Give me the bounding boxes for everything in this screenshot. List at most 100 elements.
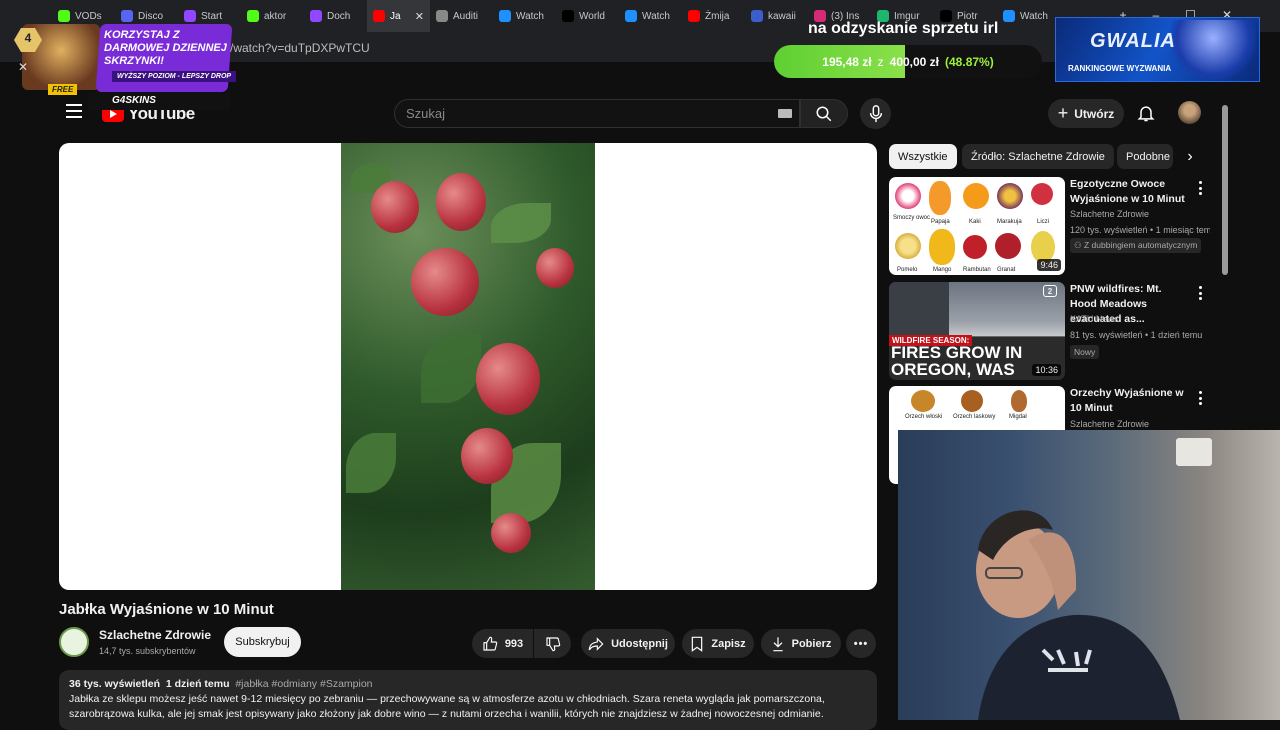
create-button[interactable]: + Utwórz bbox=[1048, 99, 1124, 128]
more-options-icon[interactable] bbox=[1196, 286, 1204, 300]
dislike-button[interactable] bbox=[534, 629, 571, 658]
share-button[interactable]: Udostępnij bbox=[581, 629, 675, 658]
chip-source-channel[interactable]: Źródło: Szlachetne Zdrowie bbox=[962, 144, 1114, 169]
download-button[interactable]: Pobierz bbox=[761, 629, 841, 658]
recommendation-meta: 120 tys. wyświetleń • 1 miesiąc temu bbox=[1070, 225, 1210, 235]
close-tab-icon[interactable]: ✕ bbox=[415, 10, 424, 23]
goal-target: 400,00 zł bbox=[889, 54, 940, 69]
browser-tab[interactable]: kawaii bbox=[745, 0, 808, 32]
channel-avatar[interactable] bbox=[59, 627, 89, 657]
browser-tab-label: Disco bbox=[138, 10, 164, 22]
fruit-label: Smoczy owoc bbox=[893, 215, 931, 221]
recommendation-channel[interactable]: Szlachetne Zdrowie bbox=[1070, 209, 1149, 219]
globe-icon bbox=[436, 10, 448, 22]
scrollbar-thumb[interactable] bbox=[1222, 105, 1228, 275]
twitch-icon bbox=[310, 10, 322, 22]
account-avatar[interactable] bbox=[1178, 101, 1201, 124]
brand-logo-text: G4SKINS bbox=[112, 95, 156, 106]
youtube-icon bbox=[373, 10, 385, 22]
browser-tab[interactable]: Ja ✕ bbox=[367, 0, 430, 32]
browser-tab[interactable]: Auditi bbox=[430, 0, 493, 32]
dubbing-badge-text: Z dubbingiem automatycznym bbox=[1083, 240, 1198, 250]
channel-name[interactable]: Szlachetne Zdrowie bbox=[99, 628, 211, 642]
dubbing-badge: ⚇ Z dubbingiem automatycznym bbox=[1070, 238, 1202, 253]
brand-strip bbox=[88, 92, 230, 110]
promo-tagline: WYŻSZY POZIOM - LEPSZY DROP bbox=[112, 71, 237, 82]
browser-tab[interactable]: Watch bbox=[493, 0, 556, 32]
more-options-icon[interactable] bbox=[1196, 391, 1204, 405]
browser-tab-label: Auditi bbox=[453, 10, 479, 22]
goal-current: 195,48 zł bbox=[822, 54, 872, 69]
fruit-label: Granat bbox=[997, 267, 1016, 273]
plus-icon: + bbox=[1057, 103, 1069, 123]
recommendation-channel[interactable]: KATU News bbox=[1070, 314, 1118, 324]
recommendation-title[interactable]: Orzechy Wyjaśnione w 10 Minut bbox=[1070, 386, 1190, 416]
sponsor-character-image bbox=[1170, 20, 1256, 80]
fruit-label: Liczi bbox=[1037, 219, 1050, 225]
voice-search-button[interactable] bbox=[860, 98, 891, 129]
like-button[interactable]: 993 bbox=[472, 629, 533, 658]
channel-logo: 2 bbox=[1043, 285, 1057, 297]
subscribe-button[interactable]: Subskrybuj bbox=[224, 627, 301, 657]
save-button[interactable]: Zapisz bbox=[682, 629, 754, 658]
browser-tab[interactable]: Doch bbox=[304, 0, 367, 32]
browser-tab-label: aktor bbox=[264, 10, 287, 22]
browser-tab[interactable]: Watch bbox=[997, 0, 1060, 32]
browser-tab-label: VODs bbox=[75, 10, 102, 22]
search-input[interactable]: Szukaj bbox=[394, 99, 800, 128]
share-label: Udostępnij bbox=[611, 637, 668, 650]
fruit-label: Kaki bbox=[969, 219, 981, 225]
download-icon bbox=[772, 636, 783, 651]
recommendation-thumbnail[interactable]: 2 WILDFIRE SEASON: FIRES GROW IN OREGON,… bbox=[889, 282, 1065, 380]
goal-percent: (48.87%) bbox=[945, 54, 994, 69]
chevron-right-icon[interactable]: › bbox=[1180, 144, 1200, 169]
streamer-image bbox=[976, 510, 1180, 720]
more-options-icon[interactable] bbox=[1196, 181, 1204, 195]
recommendation-thumbnail[interactable]: Smoczy owoc Papaja Kaki Marakuja Liczi P… bbox=[889, 177, 1065, 275]
promo-headline: KORZYSTAJ Z DARMOWEJ DZIENNEJ SKRZYNKI! bbox=[104, 29, 227, 67]
thumbs-down-icon bbox=[545, 636, 560, 651]
description-text: Jabłka ze sklepu możesz jeść nawet 9-12 … bbox=[69, 693, 825, 720]
hashtags[interactable]: #jabłka #odmiany #Szampion bbox=[235, 678, 372, 690]
nut-label: Migdał bbox=[1009, 414, 1027, 420]
recommendation-title[interactable]: Egzotyczne Owoce Wyjaśnione w 10 Minut bbox=[1070, 177, 1190, 207]
browser-tab-label: Watch bbox=[1020, 10, 1048, 22]
browser-tab-label: kawaii bbox=[768, 10, 796, 22]
streamelements-icon bbox=[1003, 10, 1015, 22]
thumbs-up-icon bbox=[483, 636, 498, 651]
notifications-bell-icon[interactable] bbox=[1136, 103, 1156, 123]
chip-related[interactable]: Podobne bbox=[1117, 144, 1173, 169]
bookmark-icon bbox=[692, 636, 703, 652]
new-badge: Nowy bbox=[1070, 345, 1100, 359]
video-frame-apples[interactable] bbox=[341, 143, 595, 590]
firefighter-image bbox=[889, 282, 949, 337]
fruit-label: Papaja bbox=[931, 219, 950, 225]
discord-icon bbox=[121, 10, 133, 22]
browser-tab-label: World bbox=[579, 10, 605, 22]
keyboard-icon[interactable] bbox=[778, 109, 792, 118]
save-label: Zapisz bbox=[711, 637, 746, 650]
close-icon[interactable]: ✕ bbox=[18, 60, 28, 74]
browser-tab-label: Watch bbox=[516, 10, 544, 22]
fruit-label: Mango bbox=[933, 267, 952, 273]
fruit-label: Pomelo bbox=[897, 267, 918, 273]
video-description[interactable]: 36 tys. wyświetleń 1 dzień temu #jabłka … bbox=[59, 670, 877, 730]
site-icon bbox=[751, 10, 763, 22]
download-label: Pobierz bbox=[791, 637, 832, 650]
view-count: 36 tys. wyświetleń bbox=[69, 678, 161, 690]
browser-tab[interactable]: aktor bbox=[241, 0, 304, 32]
recommendation-channel[interactable]: Szlachetne Zdrowie bbox=[1070, 419, 1149, 429]
goal-separator: z bbox=[877, 54, 884, 69]
url-text[interactable]: /watch?v=duTpDXPwTCU bbox=[230, 41, 370, 55]
streamelements-icon bbox=[625, 10, 637, 22]
search-icon bbox=[816, 106, 832, 121]
browser-tab[interactable]: World bbox=[556, 0, 619, 32]
hamburger-menu-icon[interactable] bbox=[66, 104, 82, 118]
search-button[interactable] bbox=[800, 99, 848, 128]
fruit-label: Marakuja bbox=[997, 219, 1022, 225]
sponsor-title: GWALIA bbox=[1090, 30, 1176, 52]
chip-all[interactable]: Wszystkie bbox=[889, 144, 957, 169]
browser-tab[interactable]: Żmija bbox=[682, 0, 745, 32]
browser-tab[interactable]: Watch bbox=[619, 0, 682, 32]
more-actions-button[interactable]: ••• bbox=[846, 629, 876, 658]
